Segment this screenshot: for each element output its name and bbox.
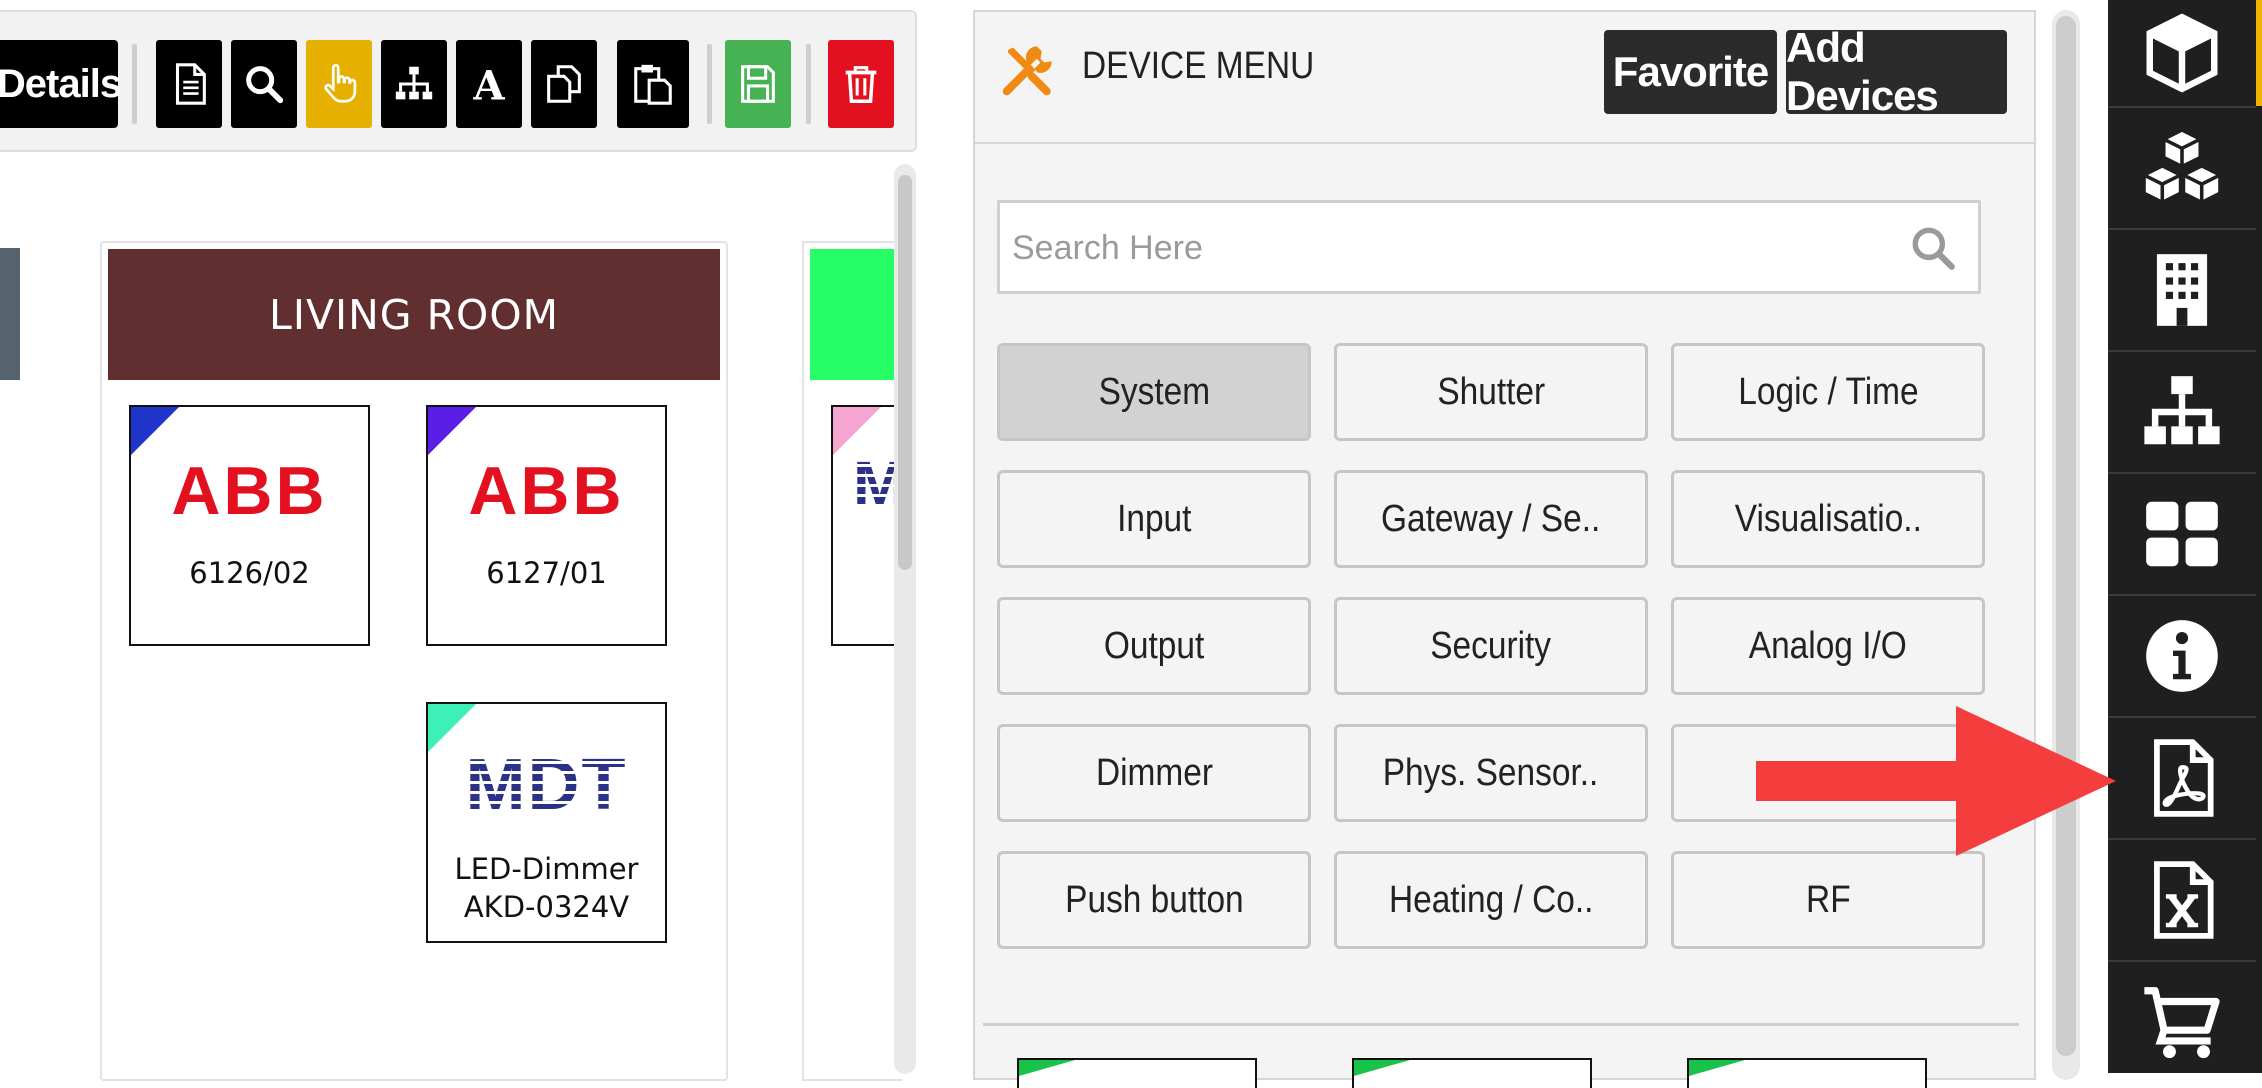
paste-button[interactable]	[617, 40, 689, 128]
structure-button[interactable]	[381, 40, 447, 128]
favorite-button-label: Favorite	[1612, 48, 1769, 95]
search-icon	[246, 66, 284, 104]
category-phys-sensor[interactable]: Phys. Sensor..	[1334, 724, 1648, 822]
category-push-button[interactable]: Push button	[997, 851, 1311, 949]
category-gateway[interactable]: Gateway / Se..	[1334, 470, 1648, 568]
device-type-marker	[131, 407, 179, 455]
device-label: 6126/02	[189, 556, 310, 590]
paste-icon	[634, 64, 672, 105]
add-devices-button[interactable]: Add Devices	[1786, 24, 2007, 119]
grid-icon	[2146, 501, 2218, 567]
category-output[interactable]: Output	[997, 597, 1311, 695]
cubes-icon	[2142, 128, 2222, 204]
device-card[interactable]: ABB 6126/02	[129, 405, 370, 646]
building-icon	[2156, 254, 2208, 326]
canvas-scrollbar-thumb[interactable]	[898, 175, 912, 570]
category-shutter[interactable]: Shutter	[1334, 343, 1648, 441]
device-list-item[interactable]	[1687, 1058, 1927, 1088]
sidebar-item-pdf-export[interactable]	[2108, 718, 2256, 840]
search-box	[997, 200, 1981, 294]
toolbar-separator	[707, 44, 712, 124]
text-icon: A	[472, 62, 505, 107]
device-card[interactable]: MDT LED-Dimmer AKD-0324V	[426, 702, 667, 943]
category-input[interactable]: Input	[997, 470, 1311, 568]
device-type-marker	[428, 407, 476, 455]
document-icon	[175, 63, 206, 105]
room-header	[810, 249, 902, 380]
toolbar: Details A	[0, 10, 917, 152]
room-title: LIVING ROOM	[108, 249, 720, 380]
category-dimmer[interactable]: Dimmer	[997, 724, 1311, 822]
category-analog-io[interactable]: Analog I/O	[1671, 597, 1985, 695]
sidebar-item-assemblies[interactable]	[2108, 108, 2256, 230]
device-menu-title: DEVICE MENU	[1082, 45, 1315, 87]
sitemap-icon	[395, 66, 433, 100]
sidebar-item-cart[interactable]	[2108, 962, 2256, 1084]
category-security[interactable]: Security	[1334, 597, 1648, 695]
save-icon	[741, 65, 775, 103]
device-card[interactable]: ABB 6127/01	[426, 405, 667, 646]
toolbar-separator	[806, 44, 811, 124]
sitemap-icon	[2144, 376, 2220, 445]
category-rf[interactable]: RF	[1671, 851, 1985, 949]
select-button[interactable]	[306, 40, 372, 128]
search-input[interactable]	[1010, 211, 1894, 285]
sidebar-item-info[interactable]	[2108, 596, 2256, 718]
pdf-file-icon	[2154, 739, 2214, 817]
sidebar-item-structure[interactable]	[2108, 352, 2256, 474]
delete-button[interactable]	[828, 40, 894, 128]
hand-pointer-icon	[324, 63, 357, 103]
device-type-marker	[1354, 1060, 1410, 1076]
category-system[interactable]: System	[997, 343, 1311, 441]
svg-text:A: A	[472, 62, 505, 107]
copy-button[interactable]	[531, 40, 597, 128]
info-icon	[2146, 620, 2218, 692]
cube-icon	[2146, 13, 2218, 93]
device-list-item[interactable]	[1017, 1058, 1257, 1088]
trash-icon	[845, 66, 877, 103]
new-document-button[interactable]	[156, 40, 222, 128]
device-type-marker	[1019, 1060, 1075, 1076]
tools-icon	[998, 40, 1058, 100]
annotation-arrow	[1756, 706, 2116, 856]
cart-icon	[2144, 987, 2220, 1059]
device-label: 6127/01	[486, 556, 607, 590]
device-label: LED-Dimmer	[454, 852, 639, 886]
category-logic-time[interactable]: Logic / Time	[1671, 343, 1985, 441]
sidebar-item-building[interactable]	[2108, 230, 2256, 352]
sidebar-item-excel-export[interactable]	[2108, 840, 2256, 962]
search-button[interactable]	[231, 40, 297, 128]
toolbar-separator	[132, 44, 137, 124]
device-label: AKD-0324V	[463, 890, 630, 924]
device-type-marker	[1689, 1060, 1745, 1076]
add-devices-button-label: Add Devices	[1786, 24, 1939, 119]
favorite-button[interactable]: Favorite	[1604, 30, 1777, 114]
device-card[interactable]: MDT	[831, 405, 902, 646]
device-list-item[interactable]	[1352, 1058, 1592, 1088]
sidebar-active-indicator	[2256, 0, 2262, 106]
text-button[interactable]: A	[456, 40, 522, 128]
details-button[interactable]: Details	[0, 40, 122, 128]
search-icon[interactable]	[1908, 223, 1958, 273]
category-heating[interactable]: Heating / Co..	[1334, 851, 1648, 949]
device-menu-divider	[983, 1023, 2019, 1026]
excel-file-icon	[2154, 861, 2214, 939]
room-card-edge[interactable]	[0, 248, 20, 380]
sidebar-item-dashboard[interactable]	[2108, 474, 2256, 596]
mdt-logo: MDT	[428, 744, 665, 826]
details-button-label: Details	[0, 61, 122, 106]
abb-logo: ABB	[171, 453, 328, 529]
sidebar-item-products[interactable]	[2108, 0, 2256, 108]
copy-icon	[547, 65, 581, 103]
abb-logo: ABB	[468, 453, 625, 529]
device-menu-scrollbar-thumb[interactable]	[2056, 16, 2076, 1056]
category-visualisation[interactable]: Visualisatio..	[1671, 470, 1985, 568]
save-button[interactable]	[725, 40, 791, 128]
